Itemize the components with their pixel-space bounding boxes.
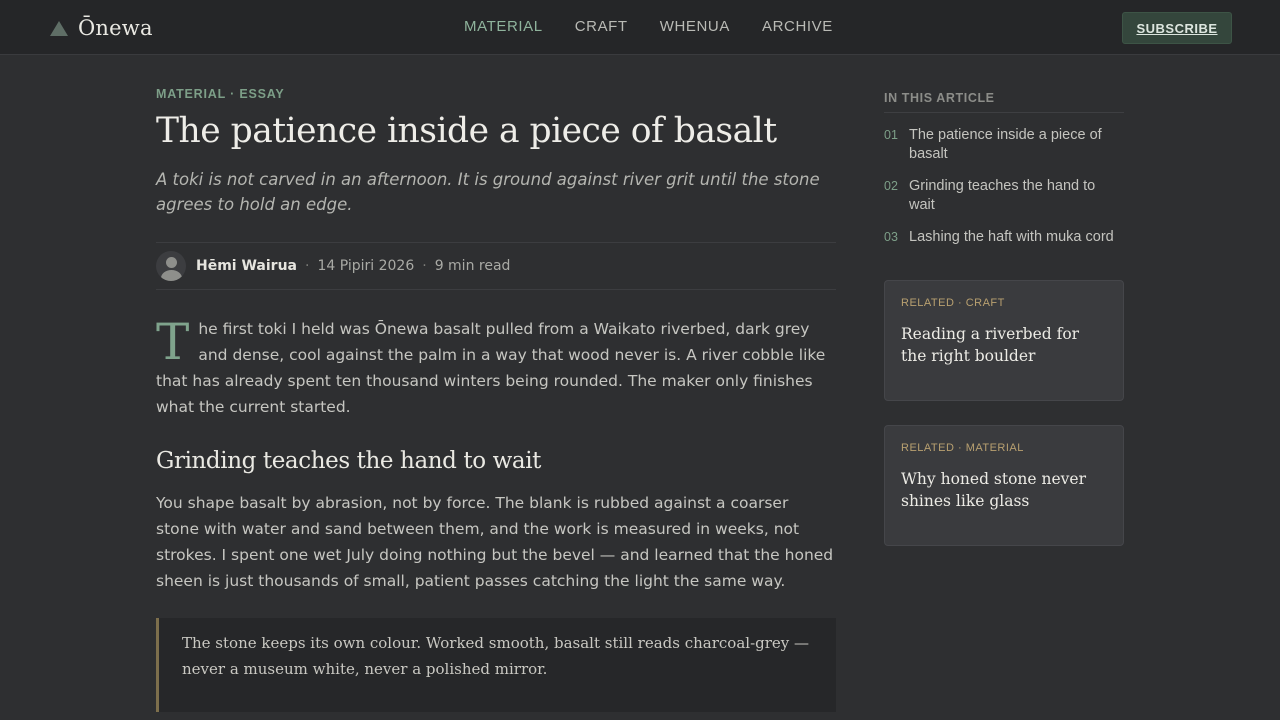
author-name[interactable]: Hēmi Wairua	[196, 258, 297, 274]
toc-item[interactable]: 03 Lashing the haft with muka cord	[884, 228, 1124, 247]
toc-number: 02	[884, 179, 898, 193]
related-card-material[interactable]: RELATED · MATERIAL Why honed stone never…	[884, 425, 1124, 546]
nav-craft[interactable]: CRAFT	[575, 18, 628, 35]
byline-separator: ·	[304, 258, 310, 274]
toc-heading: IN THIS ARTICLE	[884, 91, 1124, 113]
pull-quote: The stone keeps its own colour. Worked s…	[156, 618, 836, 712]
toc-link[interactable]: The patience inside a piece of basalt	[909, 126, 1124, 164]
byline-separator: ·	[422, 258, 427, 274]
lead-text: he first toki I held was Ōnewa basalt pu…	[156, 320, 826, 416]
toc-item[interactable]: 01 The patience inside a piece of basalt	[884, 126, 1124, 164]
publish-date: 14 Pipiri 2026	[317, 258, 415, 274]
triangle-logo-icon	[50, 20, 68, 36]
article-kicker: MATERIAL · ESSAY	[156, 87, 285, 101]
article-dek: A toki is not carved in an afternoon. It…	[156, 170, 820, 214]
related-kicker: RELATED · MATERIAL	[901, 442, 1024, 454]
toc-link[interactable]: Lashing the haft with muka cord	[909, 228, 1114, 247]
nav-whenua[interactable]: WHENUA	[660, 18, 730, 35]
table-of-contents: IN THIS ARTICLE 01 The patience inside a…	[884, 91, 1124, 247]
user-avatar-icon	[156, 251, 186, 281]
main-nav: MATERIAL CRAFT WHENUA ARCHIVE	[464, 18, 833, 35]
drop-cap: T	[156, 313, 190, 371]
article: MATERIAL · ESSAY The patience inside a p…	[156, 87, 836, 712]
related-card-craft[interactable]: RELATED · CRAFT Reading a riverbed for t…	[884, 280, 1124, 401]
brand-logo[interactable]: Ōnewa	[50, 14, 153, 42]
byline: Hēmi Wairua · 14 Pipiri 2026 · 9 min rea…	[156, 242, 836, 290]
brand-name: Ōnewa	[78, 16, 153, 40]
lead-paragraph: The first toki I held was Ōnewa basalt p…	[156, 316, 836, 420]
toc-item[interactable]: 02 Grinding teaches the hand to wait	[884, 177, 1124, 215]
article-title: The patience inside a piece of basalt	[156, 111, 777, 151]
section-paragraph: You shape basalt by abrasion, not by for…	[156, 494, 834, 590]
nav-archive[interactable]: ARCHIVE	[762, 18, 833, 35]
related-title[interactable]: Reading a riverbed for the right boulder	[901, 323, 1107, 367]
related-kicker: RELATED · CRAFT	[901, 297, 1005, 309]
read-time: 9 min read	[434, 258, 511, 274]
section-heading: Grinding teaches the hand to wait	[156, 448, 541, 474]
subscribe-button[interactable]: SUBSCRIBE	[1122, 12, 1232, 44]
top-bar: Ōnewa MATERIAL CRAFT WHENUA ARCHIVE SUBS…	[0, 0, 1280, 55]
toc-number: 03	[884, 230, 898, 244]
toc-number: 01	[884, 128, 898, 142]
related-title[interactable]: Why honed stone never shines like glass	[901, 468, 1107, 512]
nav-material[interactable]: MATERIAL	[464, 18, 543, 35]
toc-link[interactable]: Grinding teaches the hand to wait	[909, 177, 1124, 215]
